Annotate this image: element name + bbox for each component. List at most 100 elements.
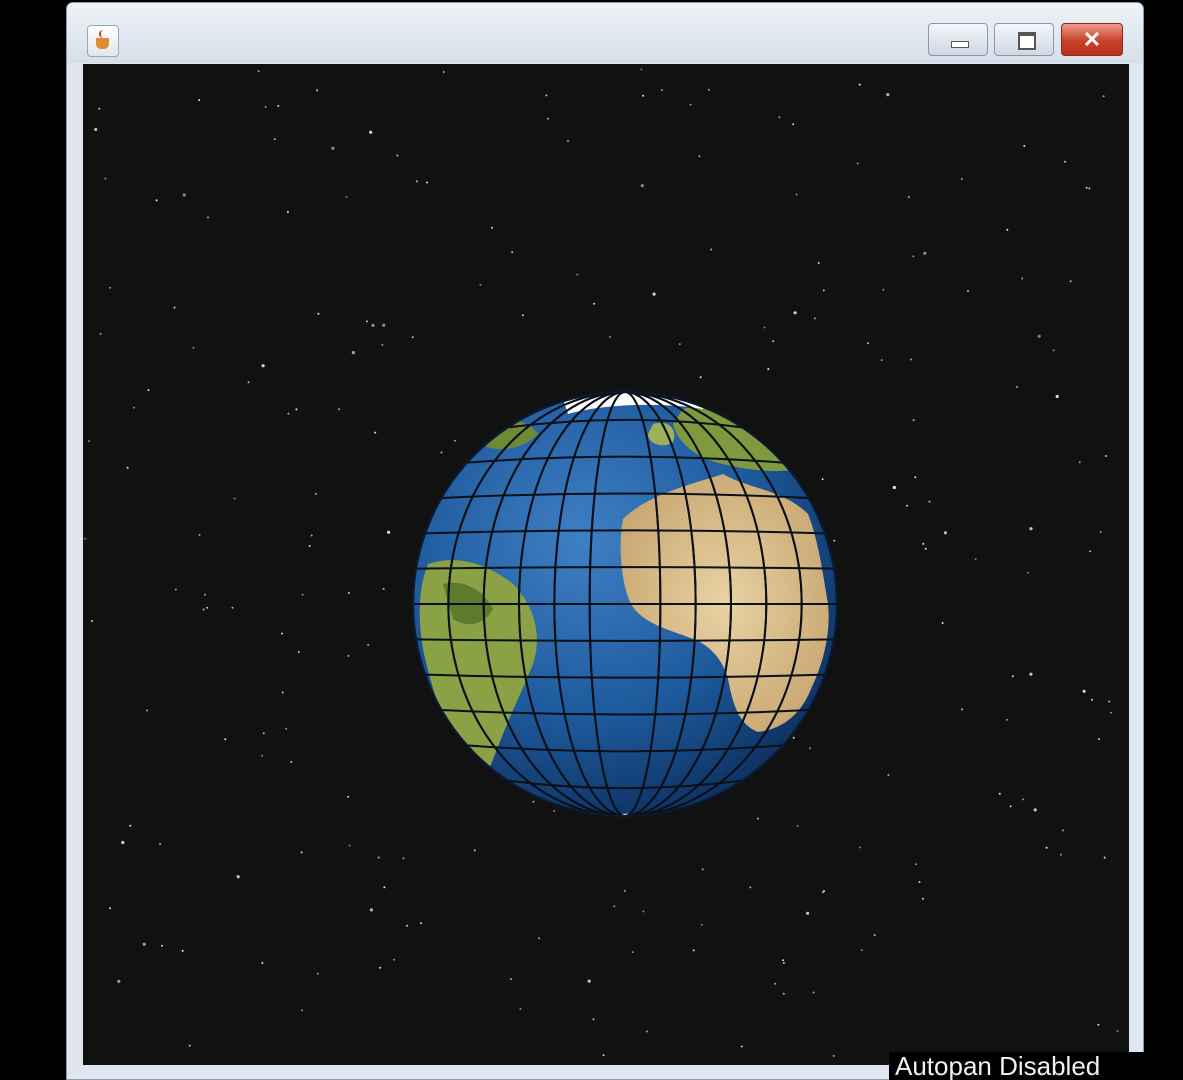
star (308, 545, 311, 547)
star (576, 273, 579, 276)
star (300, 851, 303, 854)
star (420, 922, 423, 925)
star (921, 897, 924, 900)
star (1021, 277, 1024, 280)
star (411, 336, 414, 339)
star (1085, 186, 1088, 189)
star (860, 949, 863, 952)
maximize-button[interactable] (994, 23, 1054, 56)
star (923, 251, 927, 255)
star (763, 326, 766, 329)
star (587, 979, 591, 983)
globe-viewport[interactable] (83, 64, 1129, 1065)
star (796, 825, 799, 827)
star (99, 332, 102, 335)
star (371, 323, 375, 327)
star (941, 622, 944, 624)
star (609, 335, 612, 338)
star (348, 844, 351, 847)
star (1103, 856, 1106, 859)
star (1064, 160, 1066, 163)
star (1078, 461, 1081, 464)
star (369, 130, 373, 134)
star (1033, 808, 1037, 812)
star (546, 117, 549, 120)
star (1091, 698, 1094, 701)
star (347, 654, 350, 657)
star (756, 817, 759, 820)
star (974, 558, 977, 561)
star (314, 492, 317, 495)
star (640, 184, 644, 188)
star (297, 651, 300, 653)
minimize-button[interactable] (928, 23, 988, 56)
star (236, 875, 240, 879)
star (1006, 718, 1008, 721)
star (285, 727, 288, 730)
star (812, 991, 815, 994)
star (892, 485, 896, 490)
star (880, 359, 883, 362)
star (602, 1054, 605, 1057)
star (94, 127, 98, 132)
star (155, 199, 158, 202)
star (640, 68, 643, 71)
star (206, 606, 209, 609)
star (699, 376, 702, 379)
star (1021, 798, 1024, 801)
star (261, 364, 265, 368)
star (1029, 672, 1033, 676)
star (778, 116, 781, 119)
star (511, 251, 514, 254)
star (90, 620, 93, 622)
star (316, 972, 319, 975)
star (374, 431, 377, 434)
star (301, 1009, 303, 1012)
star (707, 88, 710, 91)
star (886, 93, 890, 97)
minimize-icon (951, 41, 969, 48)
maximize-icon (1018, 32, 1036, 50)
star (692, 949, 695, 952)
java-cup-icon[interactable] (87, 25, 119, 57)
star (567, 140, 569, 143)
star (1006, 228, 1009, 231)
star (264, 105, 267, 108)
star (382, 323, 386, 327)
star (887, 774, 890, 777)
star (772, 340, 775, 343)
star (873, 934, 876, 937)
star (792, 736, 795, 739)
star (1026, 571, 1029, 574)
star (273, 138, 276, 141)
star (1088, 187, 1091, 190)
star (1045, 846, 1048, 849)
star (129, 824, 132, 827)
star (689, 103, 692, 106)
star (967, 290, 969, 292)
star (109, 286, 112, 289)
star (698, 155, 701, 158)
star (281, 691, 284, 694)
star (782, 959, 785, 962)
star (142, 942, 146, 946)
star (490, 226, 493, 229)
star (1099, 531, 1102, 533)
title-bar[interactable]: ✕ (67, 3, 1143, 63)
star (426, 181, 429, 184)
star (415, 180, 418, 183)
star (858, 846, 861, 849)
star (856, 162, 859, 165)
star (538, 937, 541, 940)
star (301, 593, 304, 596)
star (943, 531, 948, 535)
star (1009, 805, 1012, 808)
close-button[interactable]: ✕ (1061, 23, 1123, 56)
autopan-status: Autopan Disabled (889, 1052, 1183, 1080)
star (126, 466, 129, 469)
star (645, 1030, 648, 1033)
star (545, 94, 548, 97)
star (277, 104, 280, 107)
star (345, 196, 348, 198)
star (1011, 675, 1014, 678)
